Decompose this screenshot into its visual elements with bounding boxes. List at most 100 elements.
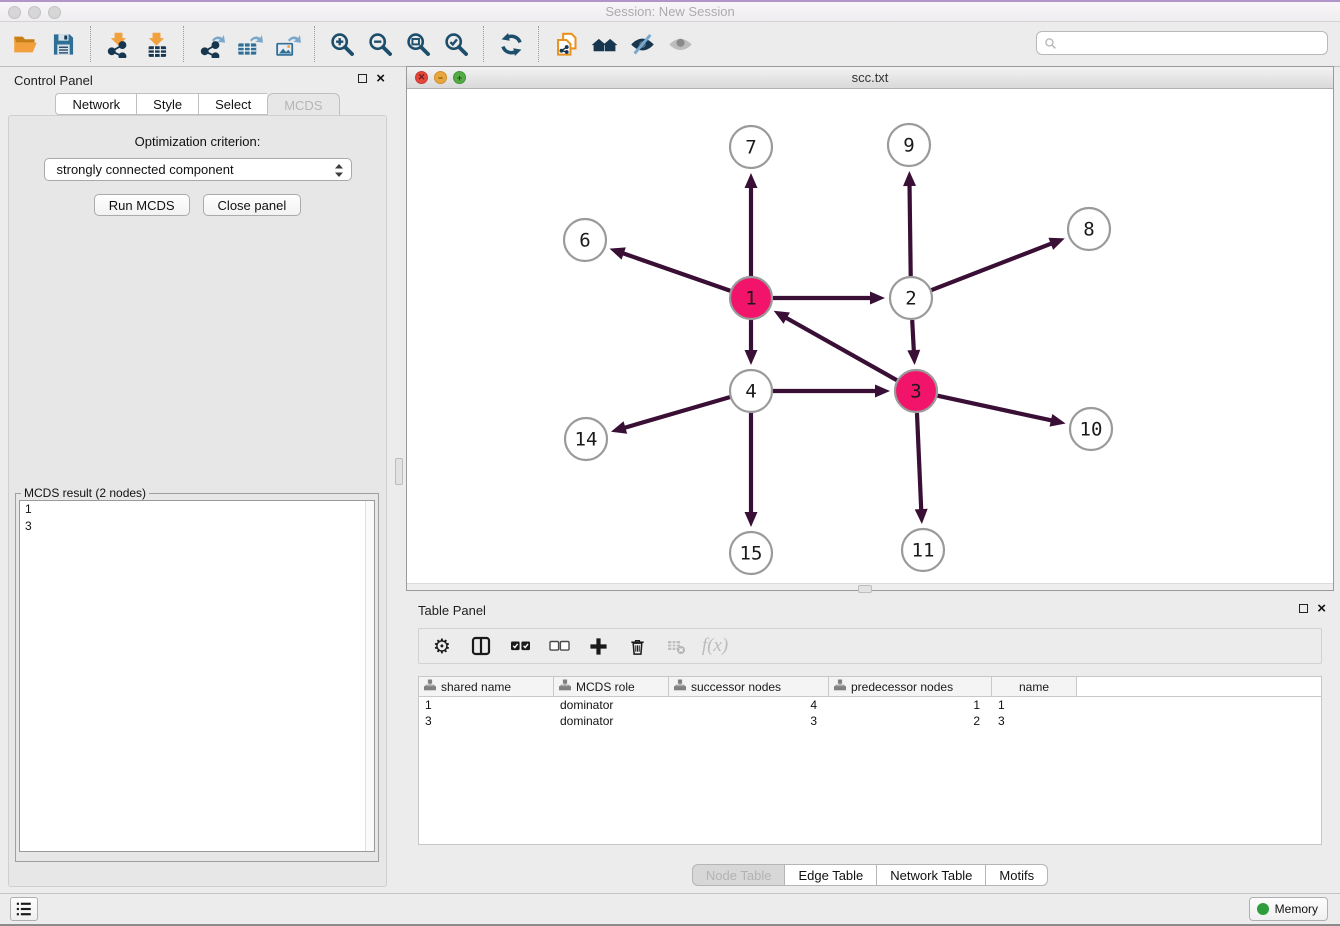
column-header-predecessor-nodes[interactable]: predecessor nodes [829, 677, 992, 696]
tab-network-table[interactable]: Network Table [876, 864, 985, 886]
edge-3-10[interactable] [937, 396, 1065, 427]
edge-1-6[interactable] [610, 247, 731, 290]
result-scrollbar[interactable] [365, 501, 374, 851]
task-history-button[interactable] [10, 897, 38, 921]
refresh-view-button[interactable] [492, 26, 530, 62]
zoom-selected-button[interactable] [437, 26, 475, 62]
save-session-button[interactable] [44, 26, 82, 62]
table-tabs: Node TableEdge TableNetwork TableMotifs [406, 864, 1334, 886]
toolbar-separator [314, 26, 315, 62]
memory-button[interactable]: Memory [1249, 897, 1328, 921]
edge-4-14[interactable] [611, 397, 730, 434]
node-3[interactable]: 3 [895, 370, 937, 412]
column-header-name[interactable]: name [992, 677, 1077, 696]
run-mcds-button[interactable]: Run MCDS [94, 194, 190, 216]
horizontal-splitter-handle[interactable] [858, 585, 872, 593]
deselect-all-button[interactable] [548, 635, 570, 657]
open-file-button[interactable] [6, 26, 44, 62]
table-header-row: shared name MCDS role successor nodes pr… [419, 677, 1321, 697]
column-header-successor-nodes[interactable]: successor nodes [669, 677, 829, 696]
export-image-icon [274, 31, 301, 58]
edge-3-1[interactable] [774, 311, 897, 380]
tab-motifs[interactable]: Motifs [985, 864, 1048, 886]
column-label: successor nodes [691, 680, 781, 694]
edge-2-8[interactable] [932, 238, 1065, 290]
table-cell[interactable]: 1 [829, 697, 992, 713]
node-14[interactable]: 14 [565, 418, 607, 460]
network-canvas[interactable]: 7 9 6 8 1 2 4 3 14 10 15 11 [407, 89, 1333, 585]
delete-table-button [665, 635, 687, 657]
float-table-panel-icon[interactable] [1299, 604, 1308, 613]
hide-selected-button[interactable] [623, 26, 661, 62]
import-table-button[interactable] [137, 26, 175, 62]
table-cell[interactable]: 3 [992, 713, 1077, 729]
edge-2-9[interactable] [903, 171, 916, 276]
table-cell[interactable]: 1 [419, 697, 554, 713]
edge-2-3[interactable] [907, 320, 920, 365]
close-panel-icon[interactable]: × [376, 73, 385, 84]
table-cell[interactable]: dominator [554, 713, 669, 729]
table-row[interactable]: 3dominator323 [419, 713, 1321, 729]
close-table-panel-icon[interactable]: × [1317, 603, 1326, 614]
import-network-button[interactable] [99, 26, 137, 62]
hierarchy-icon [424, 679, 436, 694]
zoom-fit-button[interactable] [399, 26, 437, 62]
show-selected-button[interactable] [661, 26, 699, 62]
close-panel-button[interactable]: Close panel [203, 194, 302, 216]
column-visibility-button[interactable] [470, 635, 492, 657]
node-2[interactable]: 2 [890, 277, 932, 319]
table-cell[interactable]: dominator [554, 697, 669, 713]
select-arrows-icon [333, 163, 345, 178]
edge-1-7[interactable] [745, 173, 758, 276]
export-image-button[interactable] [268, 26, 306, 62]
node-11[interactable]: 11 [902, 529, 944, 571]
edge-1-4[interactable] [745, 320, 758, 365]
edge-4-15[interactable] [745, 413, 758, 527]
table-settings-button[interactable]: ⚙ [431, 635, 453, 657]
node-7[interactable]: 7 [730, 126, 772, 168]
export-table-button[interactable] [230, 26, 268, 62]
table-cell[interactable]: 1 [992, 697, 1077, 713]
node-4[interactable]: 4 [730, 370, 772, 412]
tab-node-table[interactable]: Node Table [692, 864, 785, 886]
tab-mcds[interactable]: MCDS [267, 93, 339, 116]
node-label: 8 [1083, 219, 1094, 241]
node-15[interactable]: 15 [730, 532, 772, 574]
tab-network[interactable]: Network [55, 93, 136, 115]
node-1[interactable]: 1 [730, 277, 772, 319]
column-header-shared-name[interactable]: shared name [419, 677, 554, 696]
search-input[interactable] [1062, 36, 1327, 50]
add-column-button[interactable] [587, 635, 609, 657]
table-row[interactable]: 1dominator411 [419, 697, 1321, 713]
open-file-icon [12, 31, 39, 58]
network-window-titlebar[interactable]: ✕ − + scc.txt [407, 67, 1333, 89]
export-network-button[interactable] [192, 26, 230, 62]
delete-column-button[interactable] [626, 635, 648, 657]
zoom-out-button[interactable] [361, 26, 399, 62]
node-9[interactable]: 9 [888, 124, 930, 166]
duplicate-network-button[interactable] [547, 26, 585, 62]
column-label: shared name [441, 680, 511, 694]
table-cell[interactable]: 3 [419, 713, 554, 729]
tab-edge-table[interactable]: Edge Table [784, 864, 876, 886]
node-10[interactable]: 10 [1070, 408, 1112, 450]
table-cell[interactable]: 4 [669, 697, 829, 713]
float-panel-icon[interactable] [358, 74, 367, 83]
table-cell[interactable]: 2 [829, 713, 992, 729]
node-8[interactable]: 8 [1068, 208, 1110, 250]
tab-style[interactable]: Style [136, 93, 198, 115]
tab-select[interactable]: Select [198, 93, 267, 115]
mcds-result-list[interactable]: 13 [19, 500, 375, 852]
node-6[interactable]: 6 [564, 219, 606, 261]
optimization-criterion-select[interactable]: strongly connected component [44, 158, 352, 181]
vertical-splitter-handle[interactable] [395, 458, 403, 485]
network-home-button[interactable] [585, 26, 623, 62]
table-cell[interactable]: 3 [669, 713, 829, 729]
edge-1-2[interactable] [773, 292, 885, 305]
zoom-in-button[interactable] [323, 26, 361, 62]
edge-3-11[interactable] [915, 413, 928, 524]
edge-4-3[interactable] [773, 385, 890, 398]
column-header-MCDS-role[interactable]: MCDS role [554, 677, 669, 696]
search-box[interactable] [1036, 31, 1328, 55]
select-all-button[interactable] [509, 635, 531, 657]
